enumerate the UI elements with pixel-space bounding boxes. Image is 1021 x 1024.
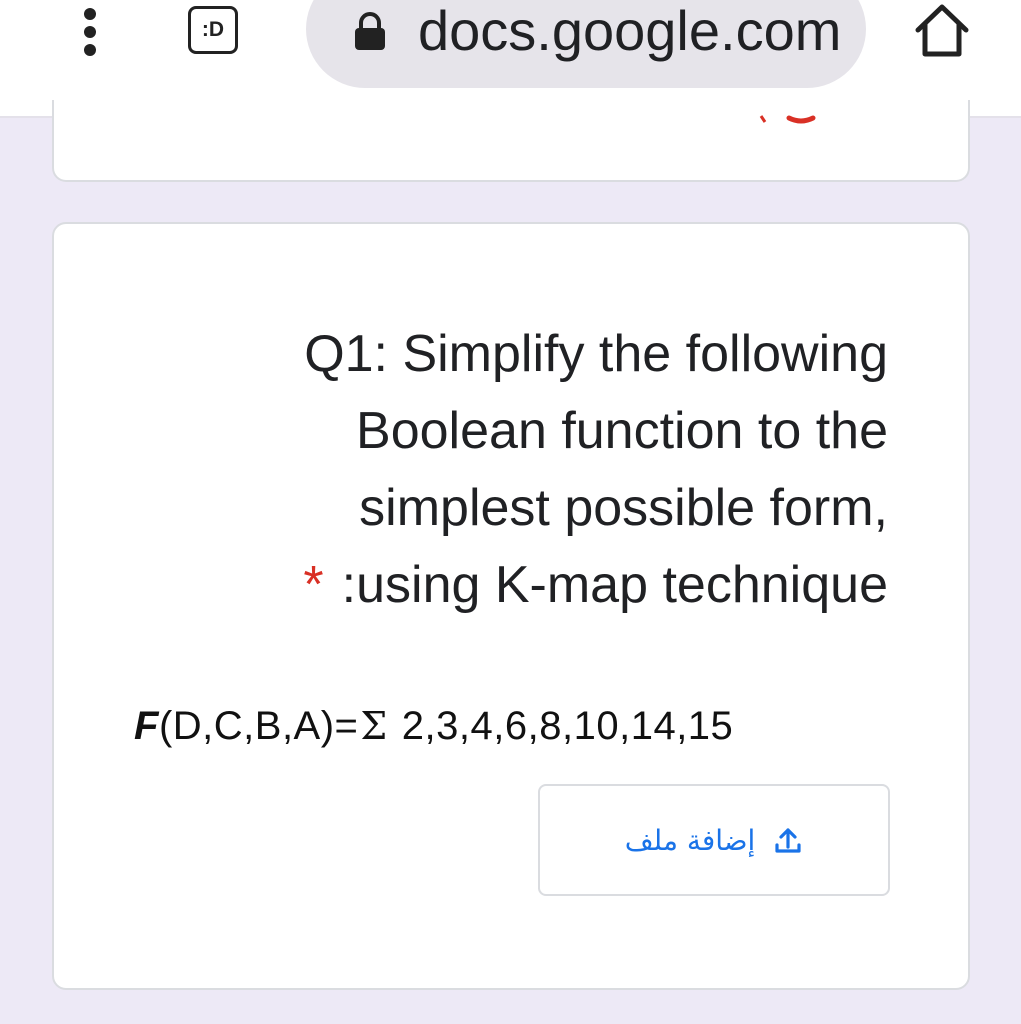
url-text[interactable]: docs.google.com: [418, 0, 841, 66]
tab-switcher-button[interactable]: :D: [188, 6, 238, 54]
question-title: Q1: Simplify the following Boolean funct…: [128, 316, 888, 624]
sigma-symbol: Σ: [360, 704, 388, 748]
home-icon[interactable]: [912, 2, 972, 58]
function-variables: (D,C,B,A)=: [158, 704, 359, 748]
question-line: Boolean function to the: [356, 402, 888, 460]
lock-icon: [355, 12, 385, 50]
boolean-function-image: F(D,C,B,A)=Σ 2,3,4,6,8,10,14,15: [134, 704, 733, 749]
add-file-label: إضافة ملف: [624, 823, 756, 857]
add-file-button[interactable]: إضافة ملف: [538, 784, 890, 896]
vertical-dots-icon[interactable]: [78, 8, 102, 56]
required-marker: *: [303, 556, 324, 614]
question-line-last: * :using K-map technique: [128, 547, 888, 624]
minterms: 2,3,4,6,8,10,14,15: [401, 704, 734, 748]
question-card: Q1: Simplify the following Boolean funct…: [52, 222, 970, 990]
previous-question-card: [52, 100, 970, 182]
upload-icon: [775, 828, 801, 853]
partial-content-icon: [759, 115, 816, 124]
function-name: F: [134, 704, 159, 748]
question-line: :using K-map technique: [341, 556, 888, 614]
question-line: Q1: Simplify the following: [304, 325, 888, 383]
question-line: simplest possible form,: [359, 479, 888, 537]
